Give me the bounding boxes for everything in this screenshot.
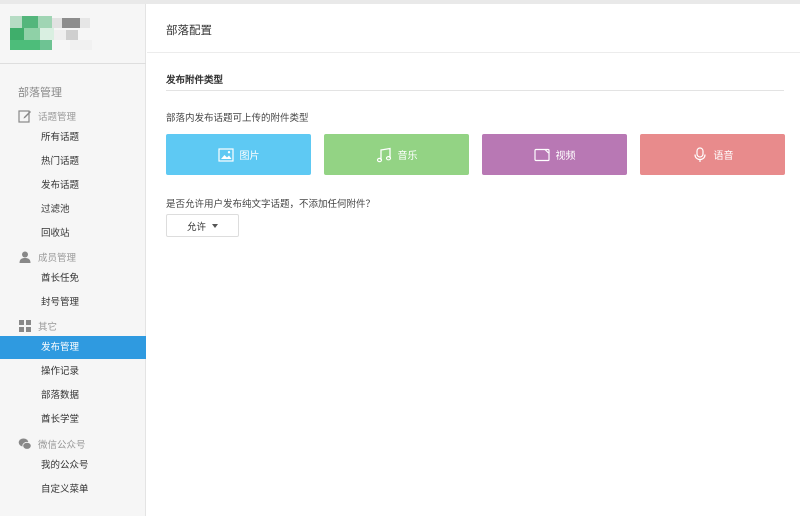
sidebar-group-members: 成员管理 bbox=[18, 249, 76, 265]
attachment-type-voice-button[interactable]: 语音 bbox=[640, 134, 785, 175]
sidebar-item-recycle-bin[interactable]: 回收站 bbox=[0, 222, 146, 245]
sidebar-group-label: 其它 bbox=[38, 322, 58, 333]
music-icon bbox=[376, 147, 392, 163]
sidebar-item-custom-menu[interactable]: 自定义菜单 bbox=[0, 478, 146, 501]
sidebar-item-publish-management[interactable]: 发布管理 bbox=[0, 336, 146, 359]
attachment-description: 部落内发布话题可上传的附件类型 bbox=[166, 113, 309, 124]
sidebar-item-tribe-data[interactable]: 部落数据 bbox=[0, 384, 146, 407]
attachment-type-music-button[interactable]: 音乐 bbox=[324, 134, 469, 175]
sidebar-title: 部落管理 bbox=[18, 86, 62, 99]
sidebar-item-filter-pool[interactable]: 过滤池 bbox=[0, 198, 146, 221]
section-divider bbox=[166, 90, 784, 91]
sidebar-group-label: 成员管理 bbox=[38, 253, 77, 264]
attachment-type-label: 视频 bbox=[555, 151, 576, 162]
wechat-icon bbox=[18, 437, 32, 451]
attachment-type-label: 音乐 bbox=[397, 151, 418, 162]
main-content: 部落配置 发布附件类型 部落内发布话题可上传的附件类型 图片 音乐 视频 语音 … bbox=[147, 4, 800, 516]
user-icon bbox=[18, 250, 32, 264]
edit-icon bbox=[18, 109, 32, 123]
sidebar-item-chief-school[interactable]: 酋长学堂 bbox=[0, 408, 146, 431]
sidebar-item-all-topics[interactable]: 所有话题 bbox=[0, 126, 146, 149]
sidebar: 部落管理 话题管理 所有话题 热门话题 发布话题 过滤池 回收站 成员管理 酋长… bbox=[0, 4, 146, 516]
text-only-permission-select[interactable]: 允许 bbox=[166, 214, 239, 237]
image-icon bbox=[217, 147, 234, 163]
select-value: 允许 bbox=[186, 221, 206, 233]
sidebar-item-ban-management[interactable]: 封号管理 bbox=[0, 291, 146, 314]
sidebar-group-label: 微信公众号 bbox=[38, 440, 86, 451]
attachment-type-label: 图片 bbox=[239, 151, 260, 162]
text-only-question: 是否允许用户发布纯文字话题，不添加任何附件？ bbox=[166, 199, 376, 210]
sidebar-item-operation-log[interactable]: 操作记录 bbox=[0, 360, 146, 383]
attachment-type-image-button[interactable]: 图片 bbox=[166, 134, 311, 175]
sidebar-item-post-topic[interactable]: 发布话题 bbox=[0, 174, 146, 197]
sidebar-group-wechat: 微信公众号 bbox=[18, 436, 86, 452]
chevron-down-icon bbox=[212, 223, 218, 228]
grid-icon bbox=[18, 319, 32, 333]
logo-area bbox=[0, 4, 146, 64]
logo bbox=[10, 16, 110, 52]
sidebar-group-topics: 话题管理 bbox=[18, 108, 76, 124]
page-title: 部落配置 bbox=[166, 23, 212, 37]
microphone-icon bbox=[692, 146, 708, 163]
section-title: 发布附件类型 bbox=[166, 75, 224, 86]
video-icon bbox=[533, 147, 550, 163]
sidebar-item-chief-appointment[interactable]: 酋长任免 bbox=[0, 267, 146, 290]
attachment-type-video-button[interactable]: 视频 bbox=[482, 134, 627, 175]
sidebar-group-other: 其它 bbox=[18, 318, 57, 334]
divider bbox=[147, 52, 800, 53]
sidebar-group-label: 话题管理 bbox=[38, 112, 77, 123]
attachment-type-label: 语音 bbox=[713, 151, 734, 162]
sidebar-item-my-official-account[interactable]: 我的公众号 bbox=[0, 454, 146, 477]
sidebar-item-hot-topics[interactable]: 热门话题 bbox=[0, 150, 146, 173]
